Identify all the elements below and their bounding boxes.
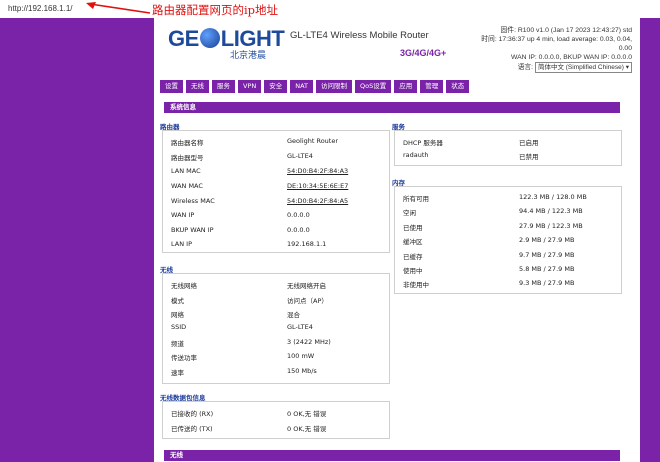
firmware-line: 固件: R100 v1.0 (Jan 17 2023 12:43:27) std (500, 27, 633, 34)
wireless-mac-label: Wireless MAC (171, 197, 215, 205)
wireless-netmode-value: 混合 (287, 311, 300, 319)
memory-inactive-label: 非使用中 (403, 281, 429, 289)
main-nav: 设置 无线 服务 VPN 安全 NAT 访问限制 QoS设置 应用 管理 状态 (160, 80, 470, 94)
wireless-mode-value: 访问点（AP） (287, 297, 328, 305)
router-name-value: Geolight Router (287, 137, 339, 145)
radauth-value: 已禁用 (519, 153, 539, 161)
wan-ip-line: WAN IP: 0.0.0.0, BKUP WAN IP: 0.0.0.0 (510, 54, 632, 61)
memory-used-label: 已使用 (403, 224, 423, 232)
bkup-wan-ip-label: BKUP WAN IP (171, 226, 214, 234)
wan-mac-link[interactable]: DE:10:34:5E:6E:E7 (287, 182, 348, 190)
memory-cached-value: 9.7 MB / 27.9 MB (519, 251, 575, 259)
memory-box: 所有可用 122.3 MB / 128.0 MB 空闲 94.4 MB / 12… (394, 186, 622, 294)
annotation-text: 路由器配置网页的ip地址 (152, 3, 279, 17)
wireless-section-bar: 无线 (164, 450, 620, 461)
red-arrow-icon (86, 2, 151, 14)
page-title: 系统信息 (164, 102, 620, 113)
dhcp-value: 已启用 (519, 139, 539, 147)
uptime-line: 时间: 17:36:37 up 4 min, load average: 0.0… (481, 36, 632, 43)
memory-free-label: 空闲 (403, 209, 416, 217)
ssid-label: SSID (171, 323, 187, 331)
rx-value: 0 OK,无 错误 (287, 410, 327, 418)
wireless-netmode-label: 网络 (171, 311, 184, 319)
wan-ip-label: WAN IP (171, 211, 195, 219)
channel-value: 3 (2422 MHz) (287, 338, 331, 346)
wan-mac-label: WAN MAC (171, 182, 203, 190)
channel-label: 频道 (171, 340, 184, 348)
memory-active-value: 5.8 MB / 27.9 MB (519, 265, 575, 273)
tx-power-label: 传送功率 (171, 354, 197, 362)
memory-buffers-value: 2.9 MB / 27.9 MB (519, 236, 575, 244)
memory-used-value: 27.9 MB / 122.3 MB (519, 222, 583, 230)
memory-cached-label: 已缓存 (403, 253, 423, 261)
memory-total-value: 122.3 MB / 128.0 MB (519, 193, 587, 201)
tab-qos[interactable]: QoS设置 (355, 80, 392, 93)
tab-applications[interactable]: 应用 (394, 80, 418, 93)
lan-mac-link[interactable]: 54:D0:B4:2F:84:A3 (287, 167, 348, 175)
memory-free-value: 94.4 MB / 122.3 MB (519, 207, 583, 215)
packets-box: 已接收的 (RX) 0 OK,无 错误 已传送的 (TX) 0 OK,无 错误 (162, 401, 390, 439)
logo-globe-icon (199, 28, 220, 48)
ssid-value: GL-LTE4 (287, 323, 313, 331)
memory-buffers-label: 缓冲区 (403, 238, 423, 246)
tx-label: 已传送的 (TX) (171, 425, 213, 433)
wan-ip-value: 0.0.0.0 (287, 211, 310, 219)
tab-vpn[interactable]: VPN (238, 80, 262, 93)
tab-status[interactable]: 状态 (446, 80, 470, 93)
status-panel: 固件: R100 v1.0 (Jan 17 2023 12:43:27) std… (481, 26, 632, 73)
radauth-label: radauth (403, 151, 429, 159)
lan-ip-label: LAN IP (171, 240, 192, 248)
wireless-network-value: 无线网络开启 (287, 282, 326, 290)
tx-value: 0 OK,无 错误 (287, 425, 327, 433)
address-url[interactable]: http://192.168.1.1/ (8, 4, 73, 13)
router-info-box: 路由器名称 Geolight Router 路由器型号 GL-LTE4 LAN … (162, 130, 390, 253)
tab-security[interactable]: 安全 (264, 80, 288, 93)
lan-ip-value: 192.168.1.1 (287, 240, 327, 248)
language-label: 语言: (517, 64, 534, 71)
router-model-value: GL-LTE4 (287, 152, 313, 160)
memory-inactive-value: 9.3 MB / 27.9 MB (519, 279, 575, 287)
router-name-label: 路由器名称 (171, 139, 204, 147)
dhcp-label: DHCP 服务器 (403, 139, 443, 147)
rx-label: 已接收的 (RX) (171, 410, 214, 418)
rate-label: 速率 (171, 369, 184, 377)
wireless-mode-label: 模式 (171, 297, 184, 305)
wireless-network-label: 无线网络 (171, 282, 197, 290)
wireless-box: 无线网络 无线网络开启 模式 访问点（AP） 网络 混合 SSID GL-LTE… (162, 273, 390, 384)
brand-logo: GE LIGHT (168, 26, 285, 51)
lan-mac-label: LAN MAC (171, 167, 201, 175)
language-row: 语言: 简体中文 (Simplified Chinese) ▾ (481, 62, 632, 73)
tab-nat[interactable]: NAT (290, 80, 314, 93)
wireless-mac-link[interactable]: 54:D0:B4:2F:84:A5 (287, 197, 348, 205)
bkup-wan-ip-value: 0.0.0.0 (287, 226, 310, 234)
product-name: GL-LTE4 Wireless Mobile Router (290, 30, 429, 41)
services-box: DHCP 服务器 已启用 radauth 已禁用 (394, 130, 622, 166)
memory-total-label: 所有可用 (403, 195, 429, 203)
tab-services[interactable]: 服务 (212, 80, 235, 93)
tx-power-value: 100 mW (287, 352, 315, 360)
router-model-label: 路由器型号 (171, 154, 204, 162)
memory-active-label: 使用中 (403, 267, 423, 275)
product-network: 3G/4G/4G+ (400, 48, 447, 58)
tab-setup[interactable]: 设置 (160, 80, 183, 93)
tab-administration[interactable]: 管理 (420, 80, 444, 93)
language-select[interactable]: 简体中文 (Simplified Chinese) ▾ (534, 62, 632, 73)
load-line: 0.00 (618, 45, 632, 52)
tab-access-restrictions[interactable]: 访问限制 (316, 80, 353, 93)
brand-subtitle: 北京港晨 (230, 51, 267, 61)
rate-value: 150 Mb/s (287, 367, 317, 375)
tab-wireless[interactable]: 无线 (186, 80, 209, 93)
